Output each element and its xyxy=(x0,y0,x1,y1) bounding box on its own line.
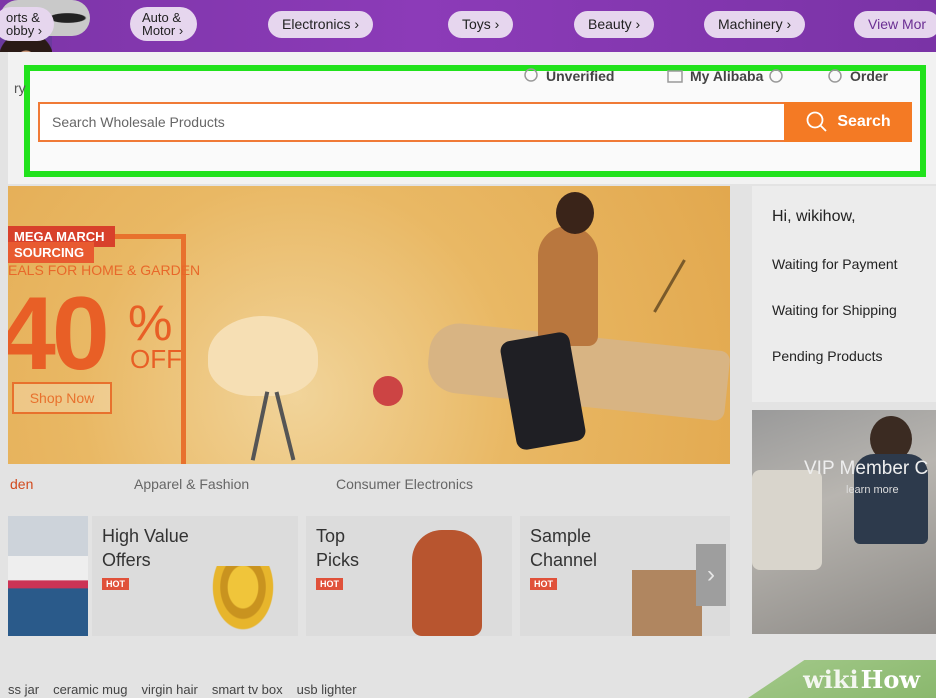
lamp-illustration xyxy=(653,259,686,313)
woman-illustration xyxy=(538,226,598,346)
keyword-link[interactable]: usb lighter xyxy=(297,682,357,697)
user-greeting: Hi, wikihow, xyxy=(772,208,856,225)
search-bar xyxy=(38,102,808,142)
promo-percent: % xyxy=(128,295,173,351)
category-label: Machinery › xyxy=(704,10,806,38)
category-label: Beauty › xyxy=(574,10,655,38)
hero-banner[interactable]: MEGA MARCH SOURCING EALS FOR HOME & GARD… xyxy=(8,186,730,464)
hot-badge: HOT xyxy=(530,578,557,590)
category-strip: orts & obby › Auto & Motor › Electronics… xyxy=(0,0,936,52)
keyword-link[interactable]: smart tv box xyxy=(212,682,283,697)
search-icon xyxy=(524,68,538,82)
search-button-label: Search xyxy=(837,113,891,130)
order-link[interactable]: Order xyxy=(826,66,888,86)
search-icon xyxy=(806,111,827,132)
pending-products-link[interactable]: Pending Products xyxy=(772,348,883,364)
order-label: Order xyxy=(850,68,889,84)
user-icon xyxy=(667,70,683,83)
order-icon xyxy=(828,69,842,83)
chevron-down-icon xyxy=(769,69,784,83)
next-arrow-button[interactable]: › xyxy=(696,544,726,606)
keyword-link[interactable]: ss jar xyxy=(8,682,39,697)
vip-banner[interactable]: VIP Member C learn more xyxy=(752,410,936,634)
keyword-link[interactable]: ceramic mug xyxy=(53,682,127,697)
view-more-label: View Mor xyxy=(854,10,936,38)
woman-hair xyxy=(556,192,594,234)
waiting-payment-link[interactable]: Waiting for Payment xyxy=(772,256,898,272)
gold-coins-icon xyxy=(208,566,278,636)
wikihow-watermark: wiki How xyxy=(748,660,936,698)
vip-subtitle: learn more xyxy=(846,484,899,496)
my-alibaba-label: My Alibaba xyxy=(690,68,764,84)
vip-title: VIP Member C xyxy=(804,458,929,479)
tab-home-garden[interactable]: den xyxy=(10,476,33,492)
my-alibaba-link[interactable]: My Alibaba xyxy=(666,66,784,86)
tab-apparel-fashion[interactable]: Apparel & Fashion xyxy=(134,476,249,492)
hot-badge: HOT xyxy=(102,578,129,590)
chair-leg xyxy=(274,391,296,461)
card-title: High Value Offers xyxy=(102,526,189,570)
cargo-ship-illustration xyxy=(8,556,88,636)
industry-tabs: den Apparel & Fashion Consumer Electroni… xyxy=(8,466,730,504)
category-machinery[interactable]: Machinery › xyxy=(704,2,806,46)
category-auto-motor[interactable]: Auto & Motor › xyxy=(130,2,198,46)
promo-discount: 40 xyxy=(8,276,110,392)
unverified-link[interactable]: Unverified xyxy=(522,66,614,86)
popular-keywords: ss jar ceramic mug virgin hair smart tv … xyxy=(8,682,357,697)
category-label: orts & obby › xyxy=(0,7,55,41)
keyword-link[interactable]: virgin hair xyxy=(141,682,197,697)
watermark-wiki: wiki xyxy=(803,664,859,694)
search-button[interactable]: Search xyxy=(784,102,912,142)
waiting-shipping-link[interactable]: Waiting for Shipping xyxy=(772,302,897,318)
category-label: Auto & Motor › xyxy=(130,7,198,41)
category-beauty[interactable]: Beauty › xyxy=(574,2,655,46)
hot-badge: HOT xyxy=(316,578,343,590)
propeller xyxy=(373,376,403,406)
view-more-link[interactable]: View Mor xyxy=(854,2,936,46)
chair-illustration xyxy=(208,316,318,396)
box-icon xyxy=(632,570,702,636)
user-panel: Hi, wikihow, Waiting for Payment Waiting… xyxy=(752,186,936,402)
card-title: Sample Channel xyxy=(530,526,598,570)
category-toys[interactable]: Toys › xyxy=(448,2,514,46)
category-electronics[interactable]: Electronics › xyxy=(268,2,374,46)
shop-now-button[interactable]: Shop Now xyxy=(12,382,112,414)
high-value-offers-card[interactable]: High Value Offers HOT xyxy=(92,516,298,636)
sofa-illustration xyxy=(752,470,822,570)
category-label: Electronics › xyxy=(268,10,374,38)
category-sports-hobby[interactable]: orts & obby › xyxy=(0,2,55,46)
thumbs-up-icon xyxy=(412,530,482,636)
chair-leg xyxy=(250,391,270,461)
header-cut-label: ry xyxy=(14,80,26,96)
feature-row: High Value Offers HOT Top Picks HOT Samp… xyxy=(8,516,730,636)
shipping-card[interactable] xyxy=(8,516,88,636)
tab-consumer-electronics[interactable]: Consumer Electronics xyxy=(336,476,473,492)
unverified-label: Unverified xyxy=(546,68,615,84)
search-input[interactable] xyxy=(40,104,808,140)
promo-off: OFF xyxy=(130,344,182,374)
top-picks-card[interactable]: Top Picks HOT xyxy=(306,516,512,636)
watermark-how: How xyxy=(860,664,920,694)
card-title: Top Picks xyxy=(316,526,360,570)
promo-tag-secondary: SOURCING xyxy=(8,242,95,263)
category-label: Toys › xyxy=(448,10,514,38)
